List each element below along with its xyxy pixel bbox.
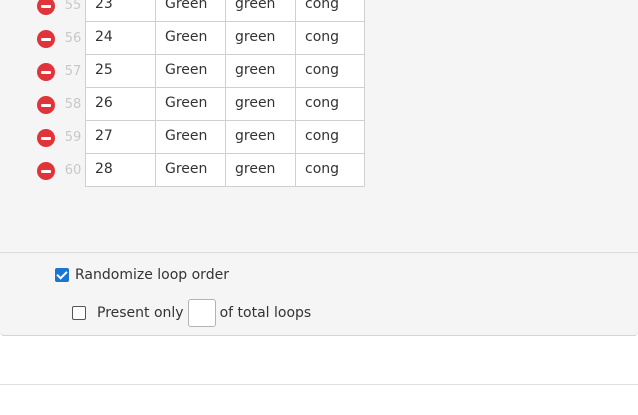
table-cell[interactable]: 27 xyxy=(85,121,155,154)
remove-row-icon[interactable] xyxy=(37,63,55,81)
present-only-option: Present only of total loops xyxy=(72,299,311,327)
table-row: 56 24 Green green cong xyxy=(0,22,400,55)
randomize-label[interactable]: Randomize loop order xyxy=(75,267,229,283)
table-cell[interactable]: Green xyxy=(155,88,225,121)
footer-divider xyxy=(0,384,638,385)
table-row: 55 23 Green green cong xyxy=(0,0,400,22)
table-row: 58 26 Green green cong xyxy=(0,88,400,121)
row-cells: 28 Green green cong xyxy=(85,154,365,187)
table-row: 57 25 Green green cong xyxy=(0,55,400,88)
table-cell[interactable]: 25 xyxy=(85,55,155,88)
row-number: 55 xyxy=(64,0,82,13)
table-cell[interactable]: cong xyxy=(295,0,365,22)
row-number: 57 xyxy=(64,64,82,79)
randomize-checkbox[interactable] xyxy=(55,268,69,282)
table-cell[interactable]: green xyxy=(225,88,295,121)
table-cell[interactable]: cong xyxy=(295,121,365,154)
row-number: 59 xyxy=(64,130,82,145)
row-cells: 27 Green green cong xyxy=(85,121,365,154)
table-cell[interactable]: 24 xyxy=(85,22,155,55)
row-number: 56 xyxy=(64,31,82,46)
loop-settings-panel: 55 23 Green green cong 56 24 Green green… xyxy=(0,0,638,336)
table-cell[interactable]: Green xyxy=(155,0,225,22)
total-loops-label: of total loops xyxy=(219,305,312,321)
row-cells: 24 Green green cong xyxy=(85,22,365,55)
table-cell[interactable]: green xyxy=(225,22,295,55)
table-cell[interactable]: 23 xyxy=(85,0,155,22)
table-cell[interactable]: Green xyxy=(155,55,225,88)
section-divider xyxy=(0,252,638,253)
row-cells: 26 Green green cong xyxy=(85,88,365,121)
table-cell[interactable]: cong xyxy=(295,154,365,187)
remove-row-icon[interactable] xyxy=(37,162,55,180)
table-cell[interactable]: cong xyxy=(295,55,365,88)
present-only-checkbox[interactable] xyxy=(72,306,86,320)
table-cell[interactable]: 26 xyxy=(85,88,155,121)
table-cell[interactable]: green xyxy=(225,55,295,88)
table-cell[interactable]: Green xyxy=(155,22,225,55)
table-row: 59 27 Green green cong xyxy=(0,121,400,154)
remove-row-icon[interactable] xyxy=(37,0,55,15)
row-number: 60 xyxy=(64,163,82,178)
remove-row-icon[interactable] xyxy=(37,30,55,48)
present-only-label[interactable]: Present only xyxy=(97,305,184,321)
randomize-option: Randomize loop order xyxy=(55,267,229,283)
table-cell[interactable]: cong xyxy=(295,88,365,121)
table-cell[interactable]: green xyxy=(225,0,295,22)
table-cell[interactable]: Green xyxy=(155,121,225,154)
loop-table: 55 23 Green green cong 56 24 Green green… xyxy=(0,0,400,187)
table-cell[interactable]: 28 xyxy=(85,154,155,187)
table-cell[interactable]: green xyxy=(225,121,295,154)
row-cells: 23 Green green cong xyxy=(85,0,365,22)
remove-row-icon[interactable] xyxy=(37,96,55,114)
remove-row-icon[interactable] xyxy=(37,129,55,147)
table-row: 60 28 Green green cong xyxy=(0,154,400,187)
table-cell[interactable]: cong xyxy=(295,22,365,55)
table-cell[interactable]: green xyxy=(225,154,295,187)
loop-count-input[interactable] xyxy=(187,299,216,327)
row-cells: 25 Green green cong xyxy=(85,55,365,88)
table-cell[interactable]: Green xyxy=(155,154,225,187)
row-number: 58 xyxy=(64,97,82,112)
